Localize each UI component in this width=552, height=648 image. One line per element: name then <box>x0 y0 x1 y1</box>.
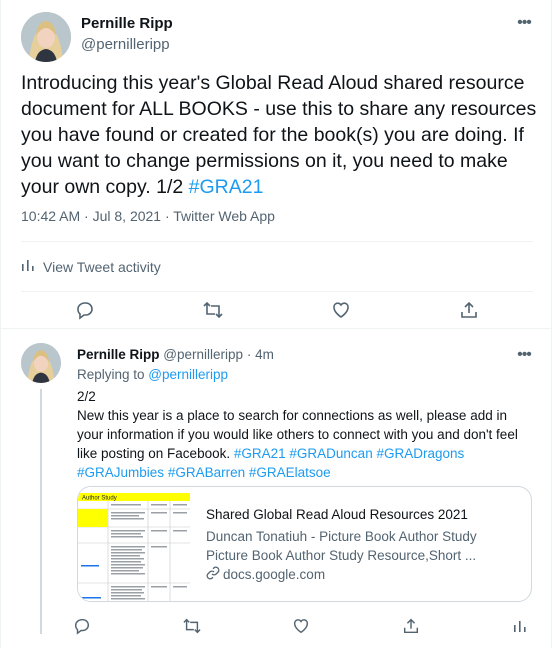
hashtag-link[interactable]: #GRA21 <box>234 446 286 461</box>
activity-button[interactable] <box>503 616 537 640</box>
thread-line <box>40 389 42 634</box>
tweet-actions <box>21 300 533 324</box>
reply-tweet: Pernille Ripp @pernilleripp · 4m ••• Rep… <box>1 329 552 648</box>
card-description: Duncan Tonatiuh - Picture Book Author St… <box>206 527 522 565</box>
hashtag-link[interactable]: #GRABarren <box>168 465 245 480</box>
card-domain: docs.google.com <box>206 566 522 583</box>
tweet-line-count: 2/2 <box>77 389 96 404</box>
main-tweet: Pernille Ripp @pernilleripp ••• Introduc… <box>1 0 552 329</box>
activity-icon <box>513 619 527 638</box>
tweet-actions <box>65 616 537 640</box>
tweet-thread: Pernille Ripp @pernilleripp ••• Introduc… <box>0 0 552 648</box>
author-name[interactable]: Pernille Ripp <box>81 15 173 32</box>
hashtag-link[interactable]: #GRAElatsoe <box>249 465 331 480</box>
replying-to-link[interactable]: @pernilleripp <box>148 367 228 382</box>
link-card[interactable]: Author Study Shared Global Read Aloud Re… <box>77 486 532 602</box>
retweet-button[interactable] <box>175 616 209 640</box>
card-title: Shared Global Read Aloud Resources 2021 <box>206 507 468 522</box>
like-button[interactable] <box>284 616 318 640</box>
share-icon <box>402 617 420 640</box>
tweet-timestamp[interactable]: 10:42 AM · Jul 8, 2021 · Twitter Web App <box>21 208 275 224</box>
reply-button[interactable] <box>65 616 99 640</box>
retweet-icon <box>202 300 224 325</box>
author-handle[interactable]: @pernilleripp <box>163 347 243 362</box>
tweet-time[interactable]: 4m <box>255 347 274 362</box>
author-handle[interactable]: @pernilleripp <box>81 36 170 53</box>
tweet-text: 2/2 New this year is a place to search f… <box>77 387 533 482</box>
card-thumbnail: Author Study <box>78 487 190 601</box>
retweet-icon <box>182 617 202 640</box>
hashtag-link[interactable]: #GRADragons <box>376 446 464 461</box>
card-desc-line: Picture Book Author Study Resource,Short… <box>206 548 477 563</box>
like-button[interactable] <box>324 300 358 324</box>
author-name[interactable]: Pernille Ripp <box>77 347 160 362</box>
divider <box>21 241 533 242</box>
reply-header: Pernille Ripp @pernilleripp · 4m <box>77 347 274 362</box>
avatar[interactable] <box>21 343 61 383</box>
replying-to: Replying to @pernilleripp <box>77 367 228 382</box>
card-desc-line: Duncan Tonatiuh - Picture Book Author St… <box>206 529 477 544</box>
share-button[interactable] <box>394 616 428 640</box>
retweet-button[interactable] <box>196 300 230 324</box>
reply-icon <box>73 617 91 640</box>
like-icon <box>331 300 351 325</box>
more-icon[interactable]: ••• <box>513 12 535 34</box>
activity-label: View Tweet activity <box>43 258 161 275</box>
view-tweet-activity[interactable]: View Tweet activity <box>21 258 161 275</box>
dot-separator: · <box>246 347 252 362</box>
avatar[interactable] <box>21 12 71 62</box>
reply-icon <box>75 300 95 325</box>
thumb-header: Author Study <box>82 496 117 502</box>
tweet-text: Introducing this year's Global Read Alou… <box>21 70 541 200</box>
tweet-body: Introducing this year's Global Read Alou… <box>21 72 537 198</box>
card-info: Shared Global Read Aloud Resources 2021 … <box>206 507 522 583</box>
share-icon <box>459 300 479 325</box>
replying-prefix: Replying to <box>77 367 149 382</box>
share-button[interactable] <box>452 300 486 324</box>
divider <box>21 291 533 292</box>
hashtag-link[interactable]: #GRAJumbies <box>77 465 164 480</box>
reply-button[interactable] <box>68 300 102 324</box>
like-icon <box>292 617 310 640</box>
link-icon <box>206 566 220 583</box>
more-icon[interactable]: ••• <box>513 344 535 366</box>
activity-icon <box>21 258 35 275</box>
card-domain-text: docs.google.com <box>223 567 326 582</box>
hashtag-link[interactable]: #GRA21 <box>189 176 264 198</box>
hashtag-link[interactable]: #GRADuncan <box>289 446 372 461</box>
